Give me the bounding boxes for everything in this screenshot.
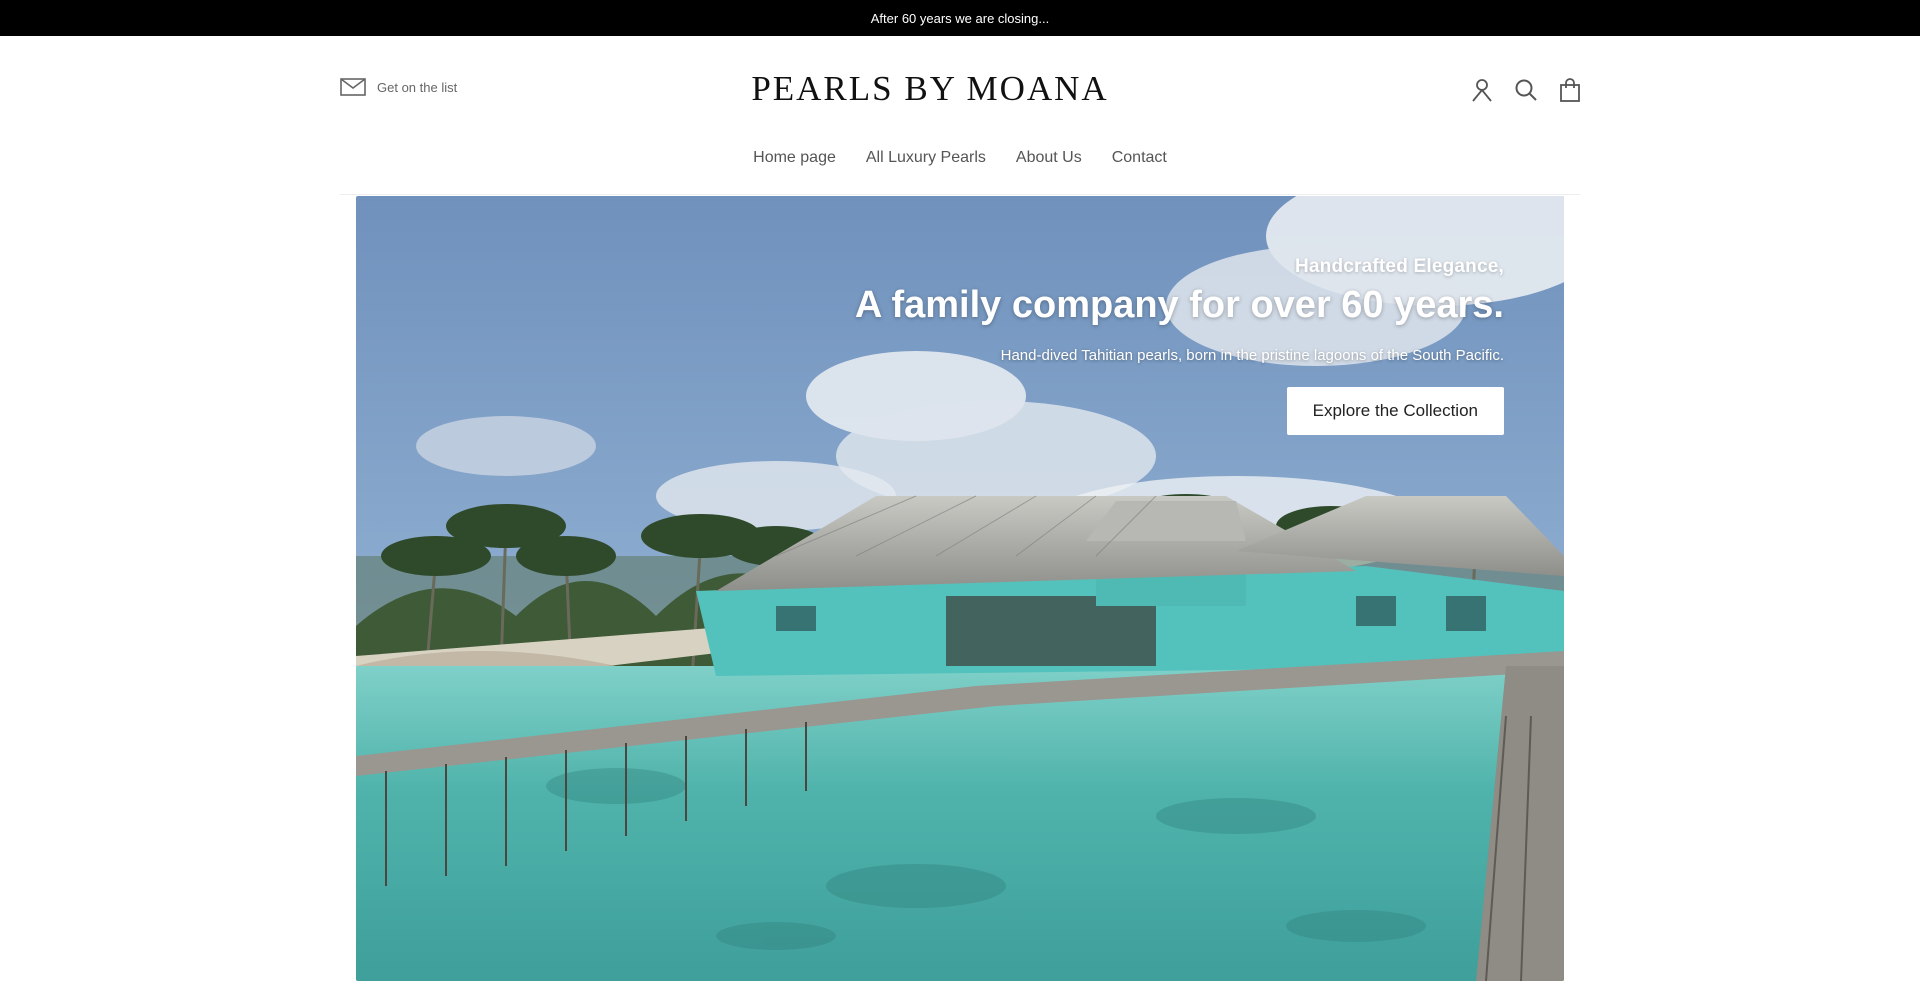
header-divider	[340, 194, 1580, 195]
nav-item-all-luxury-pearls[interactable]: All Luxury Pearls	[866, 149, 986, 167]
nav-item-contact[interactable]: Contact	[1112, 149, 1167, 167]
hero-kicker: Handcrafted Elegance,	[1294, 256, 1504, 277]
logo-text: PEARLS BY MOANA	[751, 69, 1109, 108]
nav-item-home[interactable]: Home page	[753, 149, 836, 167]
announcement-text: After 60 years we are closing...	[870, 10, 1050, 26]
search-icon[interactable]	[1514, 78, 1538, 102]
hero-subtitle: Hand-dived Tahitian pearls, born in the …	[1000, 347, 1504, 364]
nav-item-about-us[interactable]: About Us	[1016, 149, 1082, 167]
account-icon[interactable]	[1470, 78, 1494, 102]
cart-icon[interactable]	[1558, 78, 1582, 102]
explore-collection-button[interactable]: Explore the Collection	[1286, 387, 1504, 435]
announcement-bar: After 60 years we are closing...	[0, 0, 1920, 36]
site-logo[interactable]: PEARLS BY MOANA	[0, 69, 1920, 109]
hero-title: A family company for over 60 years.	[854, 284, 1504, 326]
site-header: Get on the list PEARLS BY MOANA Home pag…	[0, 36, 1920, 196]
header-icons	[1470, 78, 1582, 102]
hero-banner: Handcrafted Elegance, A family company f…	[356, 196, 1564, 981]
main-nav: Home page All Luxury Pearls About Us Con…	[0, 149, 1920, 167]
hero-text-block: Handcrafted Elegance, A family company f…	[855, 256, 1504, 435]
